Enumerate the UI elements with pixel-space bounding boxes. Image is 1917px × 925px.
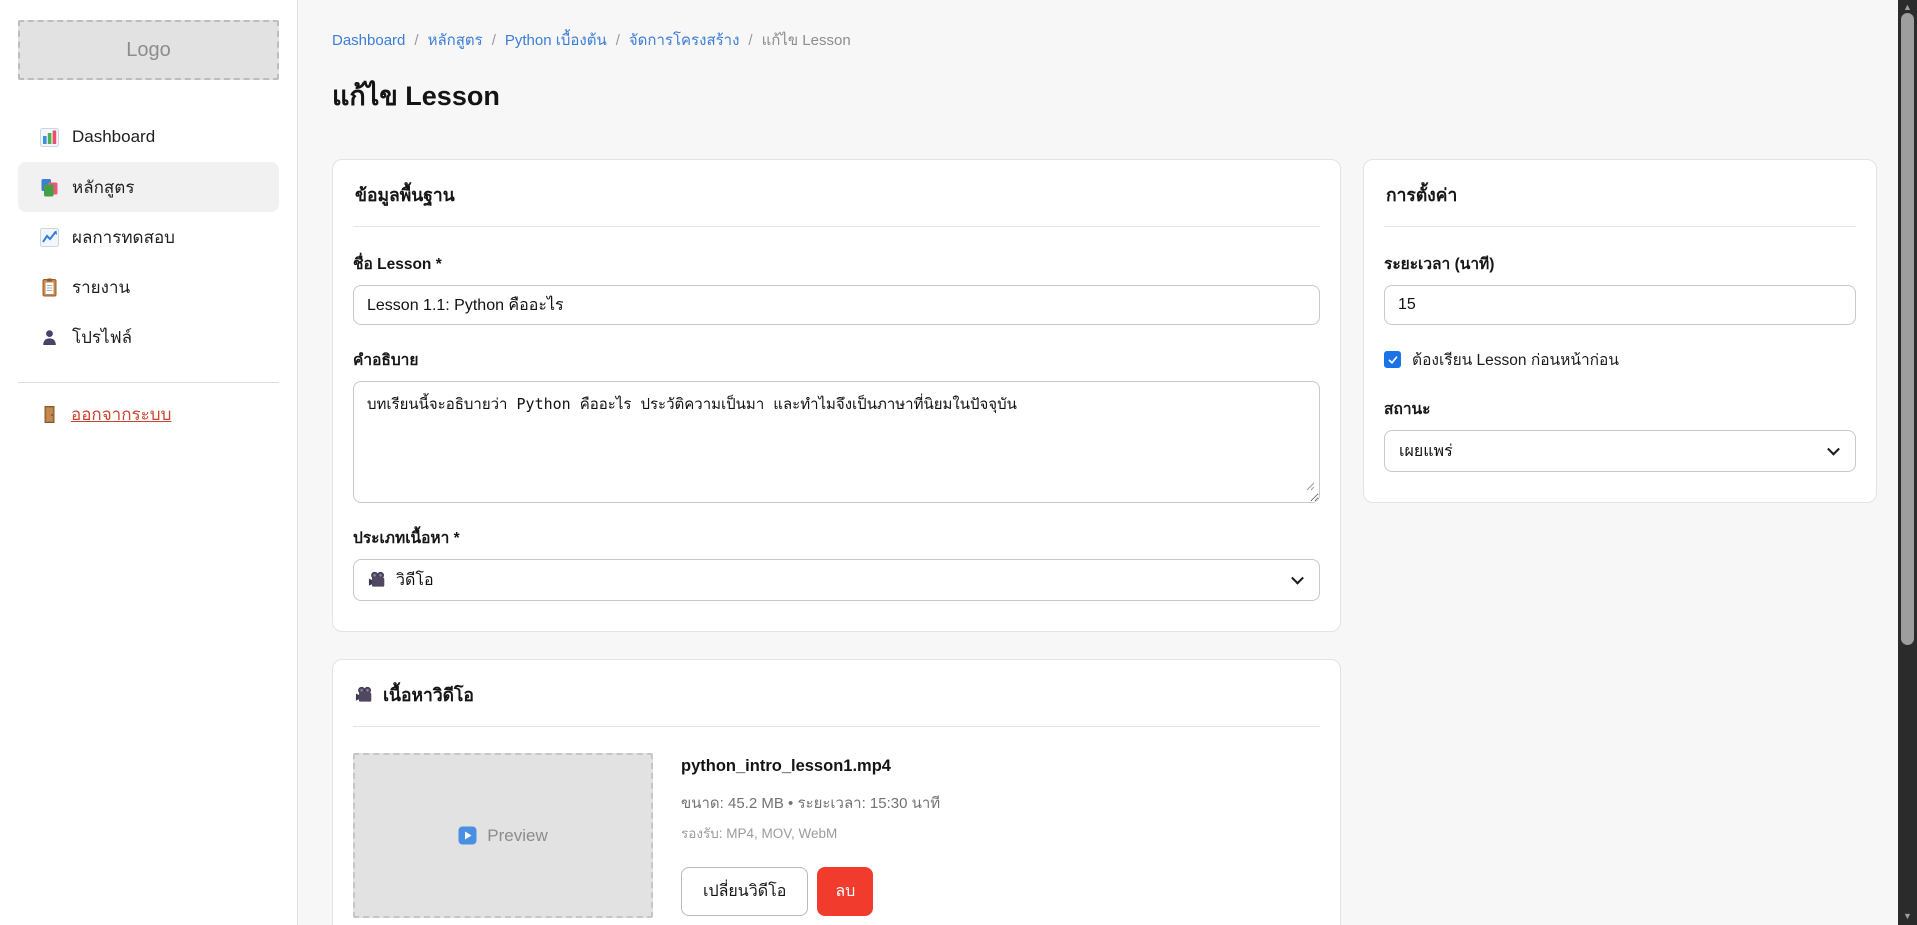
- prerequisite-label: ต้องเรียน Lesson ก่อนหน้าก่อน: [1412, 347, 1619, 372]
- video-supported-formats: รองรับ: MP4, MOV, WebM: [681, 822, 940, 844]
- breadcrumb-link-structure[interactable]: จัดการโครงสร้าง: [629, 28, 740, 52]
- sidebar-nav: Dashboard หลักสูตร ผลการทดสอบ รายงาน โปร…: [18, 112, 279, 362]
- status-value: เผยแพร่: [1399, 439, 1453, 464]
- description-label: คำอธิบาย: [353, 347, 1320, 372]
- content-type-label: ประเภทเนื้อหา *: [353, 525, 1320, 550]
- video-content-header: เนื้อหาวิดีโอ: [353, 660, 1320, 727]
- bar-chart-icon: [40, 128, 59, 147]
- description-textarea[interactable]: บทเรียนนี้จะอธิบายว่า Python คืออะไร ประ…: [353, 381, 1320, 503]
- prerequisite-row: ต้องเรียน Lesson ก่อนหน้าก่อน: [1384, 347, 1856, 372]
- sidebar: Logo Dashboard หลักสูตร ผลการทดสอบ รายงา…: [0, 0, 298, 925]
- video-preview-label: Preview: [487, 826, 547, 846]
- lesson-name-label: ชื่อ Lesson *: [353, 251, 1320, 276]
- page-title: แก้ไข Lesson: [332, 74, 1877, 117]
- breadcrumb-separator: /: [414, 32, 418, 49]
- video-info: python_intro_lesson1.mp4 ขนาด: 45.2 MB •…: [681, 753, 940, 918]
- sidebar-item-label: โปรไฟล์: [72, 324, 132, 351]
- line-chart-icon: [40, 228, 59, 247]
- breadcrumb: Dashboard / หลักสูตร / Python เบื้องต้น …: [332, 28, 1877, 52]
- status-field-group: สถานะ เผยแพร่: [1384, 396, 1856, 472]
- sidebar-item-courses[interactable]: หลักสูตร: [18, 162, 279, 212]
- sidebar-item-profile[interactable]: โปรไฟล์: [18, 312, 279, 362]
- breadcrumb-link-dashboard[interactable]: Dashboard: [332, 32, 405, 49]
- sidebar-item-dashboard[interactable]: Dashboard: [18, 112, 279, 162]
- sidebar-divider: [18, 382, 279, 383]
- side-column: การตั้งค่า ระยะเวลา (นาที) ต้องเรียน Les…: [1363, 159, 1877, 503]
- video-meta: ขนาด: 45.2 MB • ระยะเวลา: 15:30 นาที: [681, 791, 940, 815]
- breadcrumb-link-courses[interactable]: หลักสูตร: [428, 28, 483, 52]
- duration-field-group: ระยะเวลา (นาที): [1384, 251, 1856, 325]
- play-button-icon: [458, 826, 477, 845]
- video-actions: เปลี่ยนวิดีโอ ลบ: [681, 867, 940, 916]
- basic-info-title: ข้อมูลพื้นฐาน: [355, 181, 455, 209]
- sidebar-item-test-results[interactable]: ผลการทดสอบ: [18, 212, 279, 262]
- sidebar-item-label: หลักสูตร: [72, 174, 134, 201]
- settings-header: การตั้งค่า: [1384, 160, 1856, 227]
- basic-info-card: ข้อมูลพื้นฐาน ชื่อ Lesson * คำอธิบาย บทเ…: [332, 159, 1341, 632]
- content-type-value: วิดีโอ: [396, 568, 434, 593]
- clipboard-icon: [40, 278, 59, 297]
- movie-camera-icon: [368, 571, 387, 590]
- scrollbar-thumb[interactable]: [1901, 13, 1914, 645]
- basic-info-header: ข้อมูลพื้นฐาน: [353, 160, 1320, 227]
- breadcrumb-separator: /: [492, 32, 496, 49]
- video-body: Preview python_intro_lesson1.mp4 ขนาด: 4…: [333, 727, 1340, 925]
- status-label: สถานะ: [1384, 396, 1856, 421]
- browser-scrollbar[interactable]: ▲ ▼: [1898, 0, 1917, 925]
- video-content-card: เนื้อหาวิดีโอ Preview python_intro_lesso…: [332, 659, 1341, 925]
- breadcrumb-current: แก้ไข Lesson: [762, 28, 851, 52]
- logout-link[interactable]: ออกจากระบบ: [18, 401, 279, 428]
- settings-body: ระยะเวลา (นาที) ต้องเรียน Lesson ก่อนหน้…: [1364, 227, 1876, 502]
- sidebar-item-label: Dashboard: [72, 127, 155, 147]
- video-preview-placeholder[interactable]: Preview: [353, 753, 653, 918]
- breadcrumb-separator: /: [748, 32, 752, 49]
- lesson-name-field-group: ชื่อ Lesson *: [353, 251, 1320, 325]
- settings-card: การตั้งค่า ระยะเวลา (นาที) ต้องเรียน Les…: [1363, 159, 1877, 503]
- content-grid: ข้อมูลพื้นฐาน ชื่อ Lesson * คำอธิบาย บทเ…: [332, 159, 1877, 925]
- books-icon: [40, 178, 59, 197]
- duration-label: ระยะเวลา (นาที): [1384, 251, 1856, 276]
- change-video-button[interactable]: เปลี่ยนวิดีโอ: [681, 867, 808, 916]
- description-textarea-wrap: บทเรียนนี้จะอธิบายว่า Python คืออะไร ประ…: [353, 381, 1320, 503]
- breadcrumb-link-course[interactable]: Python เบื้องต้น: [505, 28, 607, 52]
- basic-info-body: ชื่อ Lesson * คำอธิบาย บทเรียนนี้จะอธิบา…: [333, 227, 1340, 631]
- sidebar-item-label: ผลการทดสอบ: [72, 224, 175, 251]
- logo-placeholder: Logo: [18, 20, 279, 80]
- scroll-up-arrow-icon[interactable]: ▲: [1898, 0, 1917, 14]
- breadcrumb-separator: /: [616, 32, 620, 49]
- chevron-down-icon: [1827, 443, 1840, 456]
- logout-label: ออกจากระบบ: [71, 401, 171, 428]
- chevron-down-icon: [1291, 572, 1304, 585]
- video-filename: python_intro_lesson1.mp4: [681, 757, 940, 776]
- sidebar-item-label: รายงาน: [72, 274, 130, 301]
- content-type-select[interactable]: วิดีโอ: [353, 559, 1320, 601]
- description-field-group: คำอธิบาย บทเรียนนี้จะอธิบายว่า Python คื…: [353, 347, 1320, 503]
- duration-input[interactable]: [1384, 285, 1856, 325]
- status-select[interactable]: เผยแพร่: [1384, 430, 1856, 472]
- sidebar-item-reports[interactable]: รายงาน: [18, 262, 279, 312]
- person-icon: [40, 328, 59, 347]
- delete-video-button[interactable]: ลบ: [817, 867, 873, 916]
- scroll-down-arrow-icon[interactable]: ▼: [1898, 909, 1917, 923]
- main-column: ข้อมูลพื้นฐาน ชื่อ Lesson * คำอธิบาย บทเ…: [332, 159, 1341, 925]
- main-content: Dashboard / หลักสูตร / Python เบื้องต้น …: [298, 0, 1898, 925]
- prerequisite-checkbox[interactable]: [1384, 351, 1401, 368]
- checkmark-icon: [1387, 354, 1399, 366]
- lesson-name-input[interactable]: [353, 285, 1320, 325]
- door-icon: [40, 405, 59, 424]
- video-content-title: เนื้อหาวิดีโอ: [383, 681, 474, 709]
- content-type-field-group: ประเภทเนื้อหา * วิดีโอ: [353, 525, 1320, 601]
- settings-title: การตั้งค่า: [1386, 181, 1457, 209]
- logo-text: Logo: [126, 39, 171, 62]
- movie-camera-icon: [355, 686, 374, 705]
